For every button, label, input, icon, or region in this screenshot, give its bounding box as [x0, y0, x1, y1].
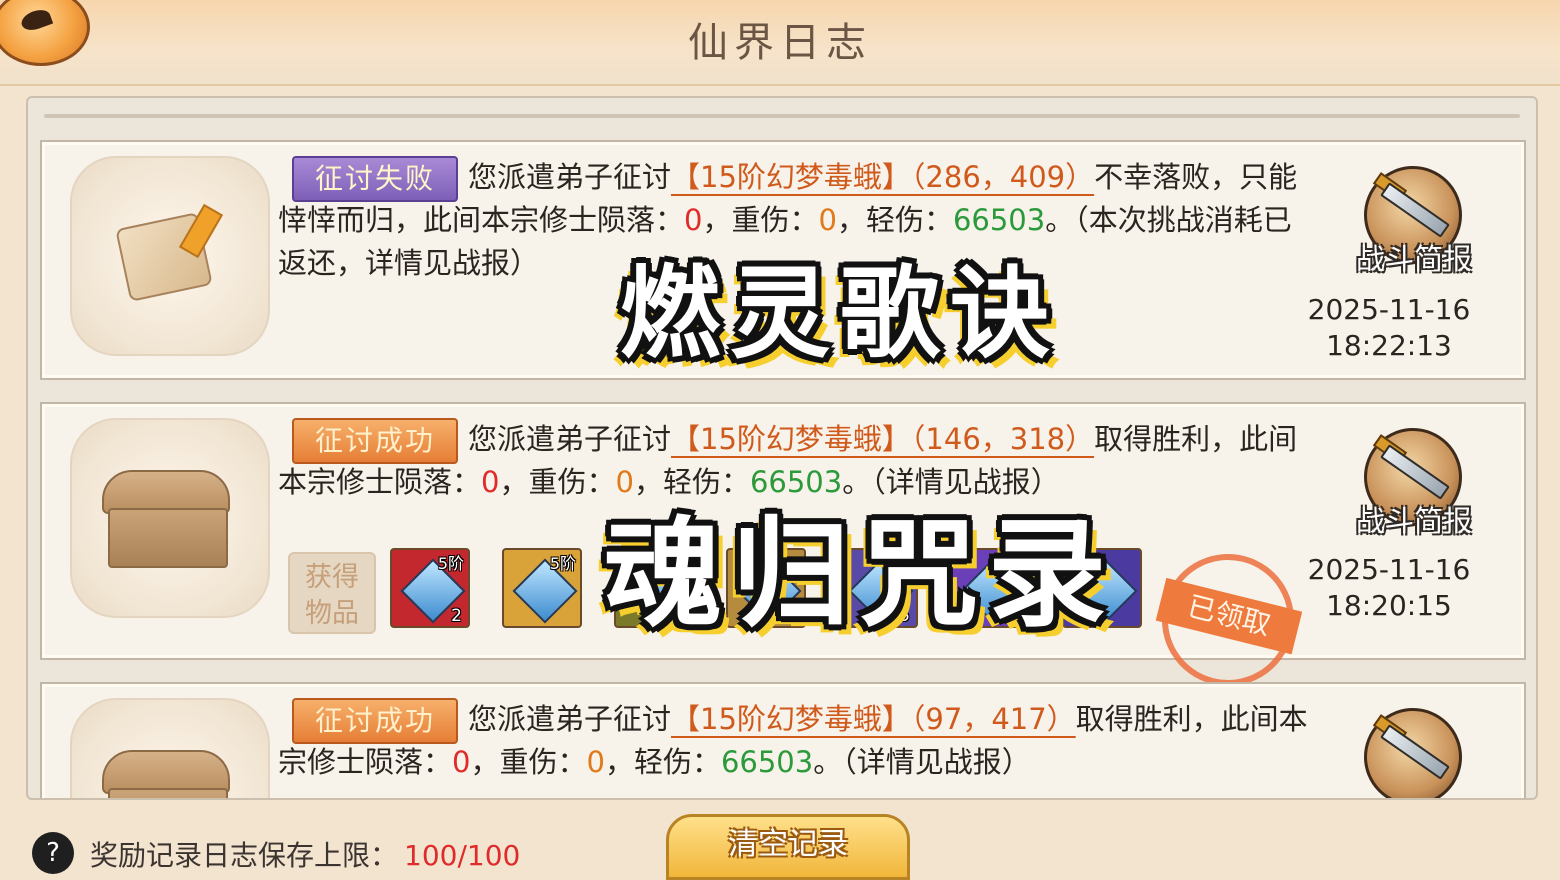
scroll-icon [70, 156, 270, 356]
reward-item[interactable]: 5阶 [502, 548, 582, 628]
target-link[interactable]: 【15阶幻梦毒蛾】（97，417） [671, 702, 1076, 736]
panel-divider [44, 114, 1520, 118]
log-panel[interactable]: 征讨失败 您派遣弟子征讨【15阶幻梦毒蛾】（286，409）不幸落败，只能悻悻而… [26, 96, 1538, 800]
timestamp: 2025-11-16 18:20:15 [1307, 553, 1471, 622]
item-count: 2 [451, 606, 462, 626]
header-bar: 仙界日志 [0, 0, 1560, 86]
page-title: 仙界日志 [688, 20, 872, 66]
treasure-chest-icon [70, 418, 270, 618]
log-entry: 征讨成功 您派遣弟子征讨【15阶幻梦毒蛾】（97，417）取得胜利，此间本宗修士… [40, 682, 1526, 798]
treasure-chest-icon [70, 698, 270, 798]
item-grade: 5阶 [549, 554, 576, 573]
overlay-title-2: 魂归咒录 [604, 504, 1117, 643]
clear-records-button[interactable]: 清空记录 [666, 814, 910, 880]
rewards-label: 获得 物品 [288, 552, 376, 634]
battle-report-button[interactable]: 战斗简报 [1344, 166, 1484, 286]
item-grade: 5阶 [437, 554, 464, 573]
battle-report-button[interactable]: 战斗简报 [1344, 428, 1484, 548]
entry-message: 您派遣弟子征讨【15阶幻梦毒蛾】（97，417）取得胜利，此间本宗修士陨落：0，… [278, 702, 1308, 779]
target-link[interactable]: 【15阶幻梦毒蛾】（146，318） [671, 422, 1094, 456]
info-icon[interactable]: ? [32, 832, 74, 874]
claimed-stamp: 已领取 [1147, 539, 1309, 701]
battle-report-button[interactable] [1344, 708, 1484, 798]
timestamp: 2025-11-16 18:22:13 [1307, 293, 1471, 362]
reward-item[interactable]: 5阶 2 [390, 548, 470, 628]
overlay-title-1: 燃灵歌诀 [620, 254, 1060, 372]
log-limit-text: 奖励记录日志保存上限： 100/100 [90, 839, 521, 872]
target-link[interactable]: 【15阶幻梦毒蛾】（286，409） [671, 160, 1094, 194]
